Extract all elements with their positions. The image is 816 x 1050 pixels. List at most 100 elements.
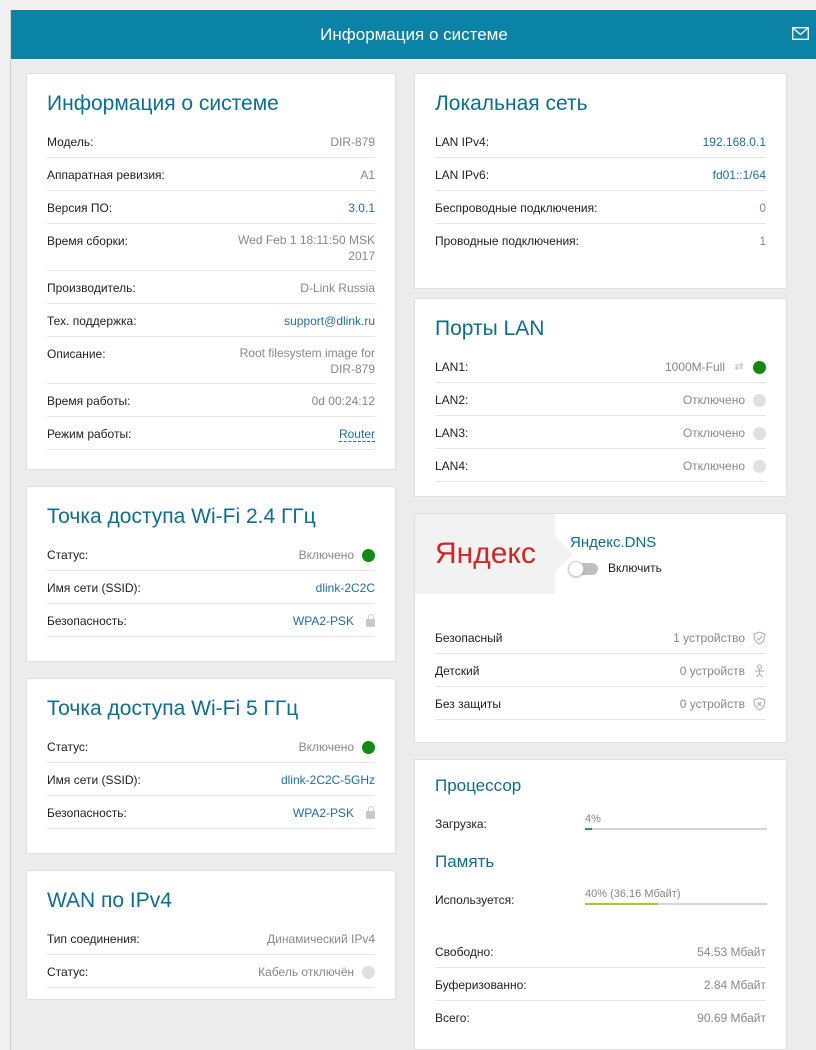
row-label: Безопасный <box>435 631 503 645</box>
status-text: Включено <box>298 548 354 562</box>
lan-ipv6-link[interactable]: fd01::1/64 <box>713 168 766 182</box>
row-value: 90.69 Мбайт <box>697 1011 766 1025</box>
page-header: Информация о системе <box>11 10 816 59</box>
lan-title: Локальная сеть <box>435 92 588 115</box>
wan-card: WAN по IPv4 Тип соединения: Динамический… <box>26 870 396 1000</box>
row-label: Свободно: <box>435 945 494 959</box>
row-value: DIR-879 <box>330 135 375 149</box>
cpu-memory-card: Процессор Загрузка: 4% Память Использует… <box>414 759 787 1050</box>
row-label: Имя сети (SSID): <box>47 773 141 787</box>
lock-icon <box>366 613 375 627</box>
yandex-dns-toggle[interactable] <box>568 561 598 577</box>
row-label: Статус: <box>47 740 89 754</box>
row-label: LAN IPv6: <box>435 168 490 182</box>
status-on-icon <box>362 548 375 562</box>
port-status-off-icon <box>753 459 766 473</box>
mail-icon[interactable] <box>792 27 809 40</box>
support-email-link[interactable]: support@dlink.ru <box>284 314 375 328</box>
row-label: Аппаратная ревизия: <box>47 168 165 182</box>
wifi5-ssid-link[interactable]: dlink-2C2C-5GHz <box>281 773 375 787</box>
row-label: Модель: <box>47 135 94 149</box>
child-icon <box>755 664 764 678</box>
build-time-line2: 2017 <box>348 249 375 263</box>
description-line1: Root filesystem image for <box>239 346 375 360</box>
row-label: LAN3: <box>435 426 469 440</box>
row-value: 1 <box>759 234 766 248</box>
wan-row-type: Тип соединения: Динамический IPv4 <box>47 922 375 955</box>
row-label: Детский <box>435 664 480 678</box>
lan-ports-card: Порты LAN LAN1: 1000M-Full ⇄ LAN2: Отключ… <box>414 298 787 497</box>
status-text: Кабель отключён <box>258 965 354 979</box>
port-speed: 1000M-Full <box>664 360 725 374</box>
lan-row-ipv4: LAN IPv4: 192.168.0.1 <box>435 125 766 158</box>
row-value: Root filesystem image for DIR-879 <box>240 345 375 377</box>
row-value: 0 устройств <box>680 697 766 711</box>
row-value: Wed Feb 1 18:11:50 MSK 2017 <box>238 232 375 264</box>
row-label: LAN IPv4: <box>435 135 490 149</box>
mode-router-link[interactable]: Router <box>338 427 375 442</box>
row-value: 0 <box>759 201 766 215</box>
row-label: Проводные подключения: <box>435 234 580 248</box>
yandex-row-none: Без защиты 0 устройств <box>435 687 766 720</box>
cpu-load-bar <box>585 828 767 830</box>
firmware-version-link[interactable]: 3.0.1 <box>348 201 375 215</box>
system-info-card: Информация о системе Модель: DIR-879 Апп… <box>26 73 396 470</box>
info-row-vendor: Производитель: D-Link Russia <box>47 271 375 304</box>
info-row-support: Тех. поддержка: support@dlink.ru <box>47 304 375 337</box>
status-on-icon <box>362 740 375 754</box>
page-frame: Информация о системе Информация о систем… <box>10 10 816 1050</box>
shield-x-icon <box>753 697 766 711</box>
yandex-dns-card: Яндекс Яндекс.DNS Включить Безопасный 1 … <box>414 513 787 743</box>
wifi-24-card: Точка доступа Wi-Fi 2.4 ГГц Статус: Вклю… <box>26 486 396 662</box>
port-status: Отключено <box>682 393 745 407</box>
row-label: Безопасность: <box>47 806 127 820</box>
wifi24-row-security: Безопасность: WPA2-PSK <box>47 604 375 637</box>
device-count: 0 устройств <box>679 664 745 678</box>
ethernet-icon: ⇄ <box>734 361 744 373</box>
memory-row-buffered: Буферизованно: 2.84 Мбайт <box>435 968 766 1001</box>
memory-title: Память <box>435 852 495 871</box>
shield-check-icon <box>753 631 766 645</box>
port-status-off-icon <box>753 393 766 407</box>
yandex-row-safe: Безопасный 1 устройство <box>435 621 766 654</box>
toggle-label[interactable]: Включить <box>608 561 662 575</box>
row-value: 1000M-Full ⇄ <box>665 360 766 374</box>
wifi-5-title: Точка доступа Wi-Fi 5 ГГц <box>47 697 299 720</box>
wifi5-security-link[interactable]: WPA2-PSK <box>293 806 354 820</box>
row-value: 2.84 Мбайт <box>703 978 766 992</box>
row-label: Тип соединения: <box>47 932 140 946</box>
row-value: 0d 00:24:12 <box>311 394 375 408</box>
wifi24-row-status: Статус: Включено <box>47 538 375 571</box>
wifi24-security-link[interactable]: WPA2-PSK <box>293 614 354 628</box>
cpu-load-value: 4% <box>585 813 601 825</box>
info-row-mode: Режим работы: Router <box>47 417 375 450</box>
cpu-load-label: Загрузка: <box>435 817 487 831</box>
lan-row-ipv6: LAN IPv6: fd01::1/64 <box>435 158 766 191</box>
device-count: 0 устройств <box>679 697 745 711</box>
row-value: 0 устройств <box>680 664 766 678</box>
row-value: Включено <box>299 740 375 754</box>
wifi24-ssid-link[interactable]: dlink-2C2C <box>316 581 375 595</box>
system-info-title: Информация о системе <box>47 92 279 115</box>
port-row-lan3: LAN3: Отключено <box>435 416 766 449</box>
row-value: Отключено <box>683 459 766 473</box>
lock-icon <box>366 805 375 819</box>
wan-title: WAN по IPv4 <box>47 889 172 912</box>
row-value: WPA2-PSK <box>293 805 375 820</box>
row-label: Без защиты <box>435 697 501 711</box>
row-value: Динамический IPv4 <box>266 932 375 946</box>
row-value: 1 устройство <box>673 631 766 645</box>
page-title: Информация о системе <box>320 24 508 44</box>
lan-ipv4-link[interactable]: 192.168.0.1 <box>703 135 766 149</box>
row-label: LAN1: <box>435 360 469 374</box>
row-label: Всего: <box>435 1011 470 1025</box>
memory-used-value: 40% (36.16 Мбайт) <box>585 888 681 900</box>
wifi5-row-security: Безопасность: WPA2-PSK <box>47 796 375 829</box>
lan-row-wired: Проводные подключения: 1 <box>435 224 766 257</box>
row-value: A1 <box>360 168 375 182</box>
lan-card: Локальная сеть LAN IPv4: 192.168.0.1 LAN… <box>414 73 787 289</box>
wifi24-row-ssid: Имя сети (SSID): dlink-2C2C <box>47 571 375 604</box>
wifi5-row-status: Статус: Включено <box>47 730 375 763</box>
row-label: LAN4: <box>435 459 469 473</box>
port-status: Отключено <box>682 426 745 440</box>
